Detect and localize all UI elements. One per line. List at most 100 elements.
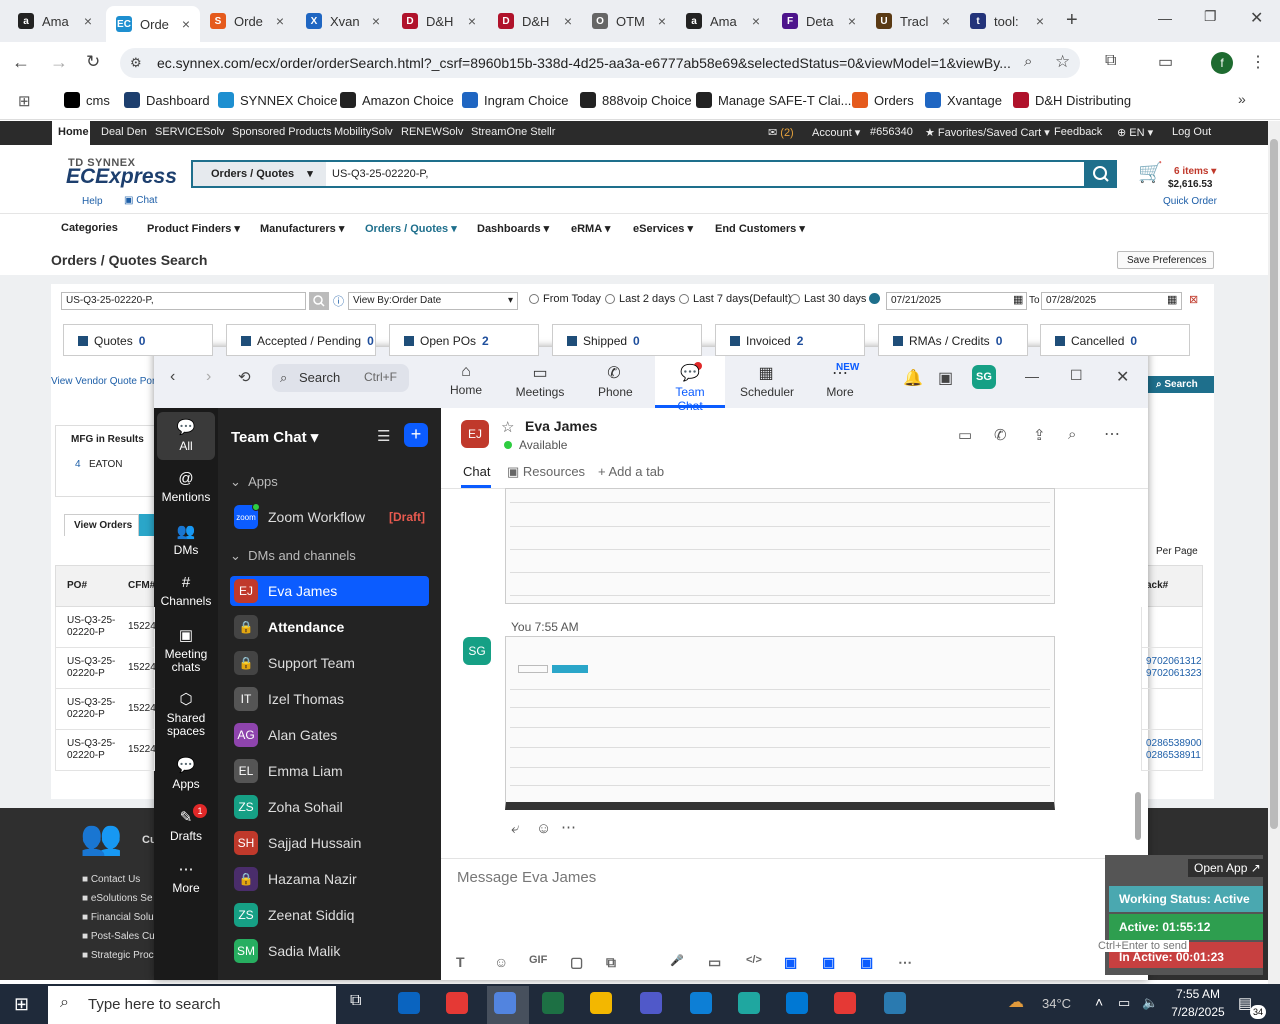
tab-view-orders[interactable]: View Orders bbox=[64, 514, 139, 536]
zoom-icon[interactable]: ⌕ bbox=[1024, 53, 1032, 70]
date-range-option[interactable]: Last 30 days bbox=[790, 293, 866, 305]
nav-meetings[interactable]: ▭ Meetings bbox=[515, 363, 565, 399]
search-button[interactable]: ⌕ Search bbox=[1148, 376, 1214, 393]
chat-name[interactable]: Eva James bbox=[525, 418, 597, 434]
tab-close-icon[interactable]: × bbox=[182, 16, 190, 32]
radio-icon[interactable] bbox=[679, 294, 689, 304]
apps-grid-icon[interactable]: ⊞ bbox=[18, 92, 31, 110]
track-link-1[interactable]: 0286538900 bbox=[1146, 738, 1202, 749]
screenshot-icon[interactable]: ⧉ bbox=[606, 954, 616, 971]
chat-link[interactable]: ▣ Chat bbox=[124, 195, 157, 206]
app1-icon[interactable]: ▣ bbox=[784, 954, 797, 971]
topnav-item[interactable]: SERVICESolv bbox=[155, 126, 225, 138]
contact-row[interactable]: 🔒 Hazama Nazir bbox=[230, 864, 429, 894]
site-info-icon[interactable]: ⚙ bbox=[130, 55, 142, 71]
tab-close-icon[interactable]: × bbox=[84, 13, 92, 29]
track-link-1[interactable]: 9702061312 bbox=[1146, 656, 1202, 667]
menu-item[interactable]: Dashboards ▾ bbox=[477, 222, 549, 235]
main-search-button[interactable] bbox=[1086, 160, 1117, 188]
col-track[interactable]: ack# bbox=[1146, 580, 1168, 591]
tab-close-icon[interactable]: × bbox=[564, 13, 572, 29]
checkbox-icon[interactable] bbox=[893, 336, 903, 346]
table-row-right[interactable] bbox=[1141, 607, 1203, 648]
team-chat-title[interactable]: Team Chat ▾ bbox=[231, 428, 318, 446]
side-channels[interactable]: # Channels bbox=[154, 574, 218, 608]
taskbar-app-icon[interactable] bbox=[542, 992, 564, 1014]
status-filter[interactable]: Quotes 0 bbox=[63, 324, 213, 356]
taskbar-app-icon[interactable] bbox=[640, 992, 662, 1014]
close-window-button[interactable]: ✕ bbox=[1250, 8, 1263, 28]
menu-item[interactable]: Manufacturers ▾ bbox=[260, 222, 344, 235]
browser-tab[interactable]: EC Orde × bbox=[106, 6, 200, 42]
volume-icon[interactable]: 🔈 bbox=[1142, 995, 1158, 1011]
col-po[interactable]: PO# bbox=[67, 580, 87, 591]
contact-row[interactable]: EJ Eva James bbox=[230, 576, 429, 606]
back-icon[interactable]: ← bbox=[12, 52, 30, 73]
taskbar-app-icon[interactable]: ⧉ bbox=[350, 992, 372, 1014]
side-shared-spaces[interactable]: ⬡ Shared spaces bbox=[154, 690, 218, 738]
browser-tab[interactable]: U Tracl × bbox=[866, 8, 960, 34]
tab-close-icon[interactable]: × bbox=[1036, 13, 1044, 29]
save-preferences-button[interactable]: Save Preferences bbox=[1117, 251, 1214, 269]
taskbar-app-icon[interactable] bbox=[398, 992, 420, 1014]
apps-section[interactable]: ⌄ Apps bbox=[230, 474, 278, 490]
calendar-icon[interactable]: ▦ bbox=[1013, 293, 1023, 306]
browser-tab[interactable]: a Ama × bbox=[676, 8, 770, 34]
screenshot-attachment-1[interactable] bbox=[505, 488, 1055, 604]
taskbar-app-icon[interactable] bbox=[884, 992, 906, 1014]
search-icon[interactable]: ⌕ bbox=[1068, 426, 1076, 443]
po-line-1[interactable]: US-Q3-25- bbox=[67, 738, 115, 749]
clear-date-icon[interactable]: ⊠ bbox=[1189, 293, 1198, 306]
po-line-2[interactable]: 02220-P bbox=[67, 709, 105, 720]
table-row-right[interactable] bbox=[1141, 689, 1203, 730]
contact-row[interactable]: ZS Zoha Sohail bbox=[230, 792, 429, 822]
contact-row[interactable]: EL Emma Liam bbox=[230, 756, 429, 786]
emoji-reaction-icon[interactable]: ☺ bbox=[536, 820, 551, 837]
mail-icon[interactable]: ✉ (2) bbox=[768, 126, 794, 139]
po-line-2[interactable]: 02220-P bbox=[67, 627, 105, 638]
minimize-button[interactable]: — bbox=[1158, 10, 1172, 26]
topnav-item[interactable]: MobilitySolv bbox=[334, 126, 393, 138]
radio-icon[interactable] bbox=[529, 294, 539, 304]
bell-icon[interactable]: 🔔 bbox=[903, 368, 923, 388]
checkbox-icon[interactable] bbox=[1055, 336, 1065, 346]
video-clip-icon[interactable]: ▭ bbox=[708, 954, 721, 971]
emoji-icon[interactable]: ☺ bbox=[494, 954, 508, 970]
topnav-item[interactable]: RENEWSolv bbox=[401, 126, 463, 138]
filter-icon[interactable]: ☰ bbox=[377, 427, 390, 445]
bookmark-item[interactable]: SYNNEX Choice bbox=[218, 92, 338, 108]
po-line-1[interactable]: US-Q3-25- bbox=[67, 615, 115, 626]
tab-close-icon[interactable]: × bbox=[752, 13, 760, 29]
app2-icon[interactable]: ▣ bbox=[822, 954, 835, 971]
po-search-input[interactable]: US-Q3-25-02220-P, bbox=[61, 292, 306, 310]
forward-icon[interactable]: → bbox=[50, 52, 68, 73]
side-mentions[interactable]: @ Mentions bbox=[154, 470, 218, 504]
po-line-1[interactable]: US-Q3-25- bbox=[67, 697, 115, 708]
contact-row[interactable]: ZS Zeenat Siddiq bbox=[230, 900, 429, 930]
chat-tab-resources[interactable]: ▣ Resources bbox=[507, 464, 585, 480]
network-icon[interactable]: ▭ bbox=[1118, 995, 1130, 1011]
browser-tab[interactable]: D D&H × bbox=[488, 8, 582, 34]
tab-close-icon[interactable]: × bbox=[276, 13, 284, 29]
footer-link[interactable]: ■ eSolutions Se bbox=[82, 893, 153, 904]
browser-tab[interactable]: F Deta × bbox=[772, 8, 866, 34]
tray-chevron-icon[interactable]: ˄ bbox=[1095, 994, 1103, 1010]
bookmark-item[interactable]: 888voip Choice bbox=[580, 92, 692, 108]
radio-icon[interactable] bbox=[790, 294, 800, 304]
account-menu[interactable]: Account ▾ bbox=[812, 126, 860, 139]
logo-ecexpress[interactable]: ECExpress bbox=[66, 165, 177, 189]
browser-tab[interactable]: D D&H × bbox=[392, 8, 486, 34]
footer-link[interactable]: ■ Post-Sales Cu bbox=[82, 931, 155, 942]
screenshot-attachment-2[interactable] bbox=[505, 636, 1055, 810]
bookmark-star-icon[interactable]: ☆ bbox=[1055, 52, 1070, 72]
compose-button[interactable]: + bbox=[404, 423, 428, 447]
contact-row[interactable]: IT Izel Thomas bbox=[230, 684, 429, 714]
custom-range-radio[interactable] bbox=[869, 293, 880, 304]
favorite-star-icon[interactable]: ☆ bbox=[501, 418, 514, 436]
windows-start-icon[interactable]: ⊞ bbox=[14, 994, 29, 1015]
chat-scroll-thumb[interactable] bbox=[1135, 792, 1141, 840]
zoom-workflow-row[interactable]: zoom Zoom Workflow [Draft] bbox=[230, 502, 429, 532]
page-scrollbar[interactable] bbox=[1268, 121, 1280, 984]
topnav-item[interactable]: Deal Den bbox=[101, 126, 147, 138]
mfg-name[interactable]: EATON bbox=[89, 459, 123, 470]
